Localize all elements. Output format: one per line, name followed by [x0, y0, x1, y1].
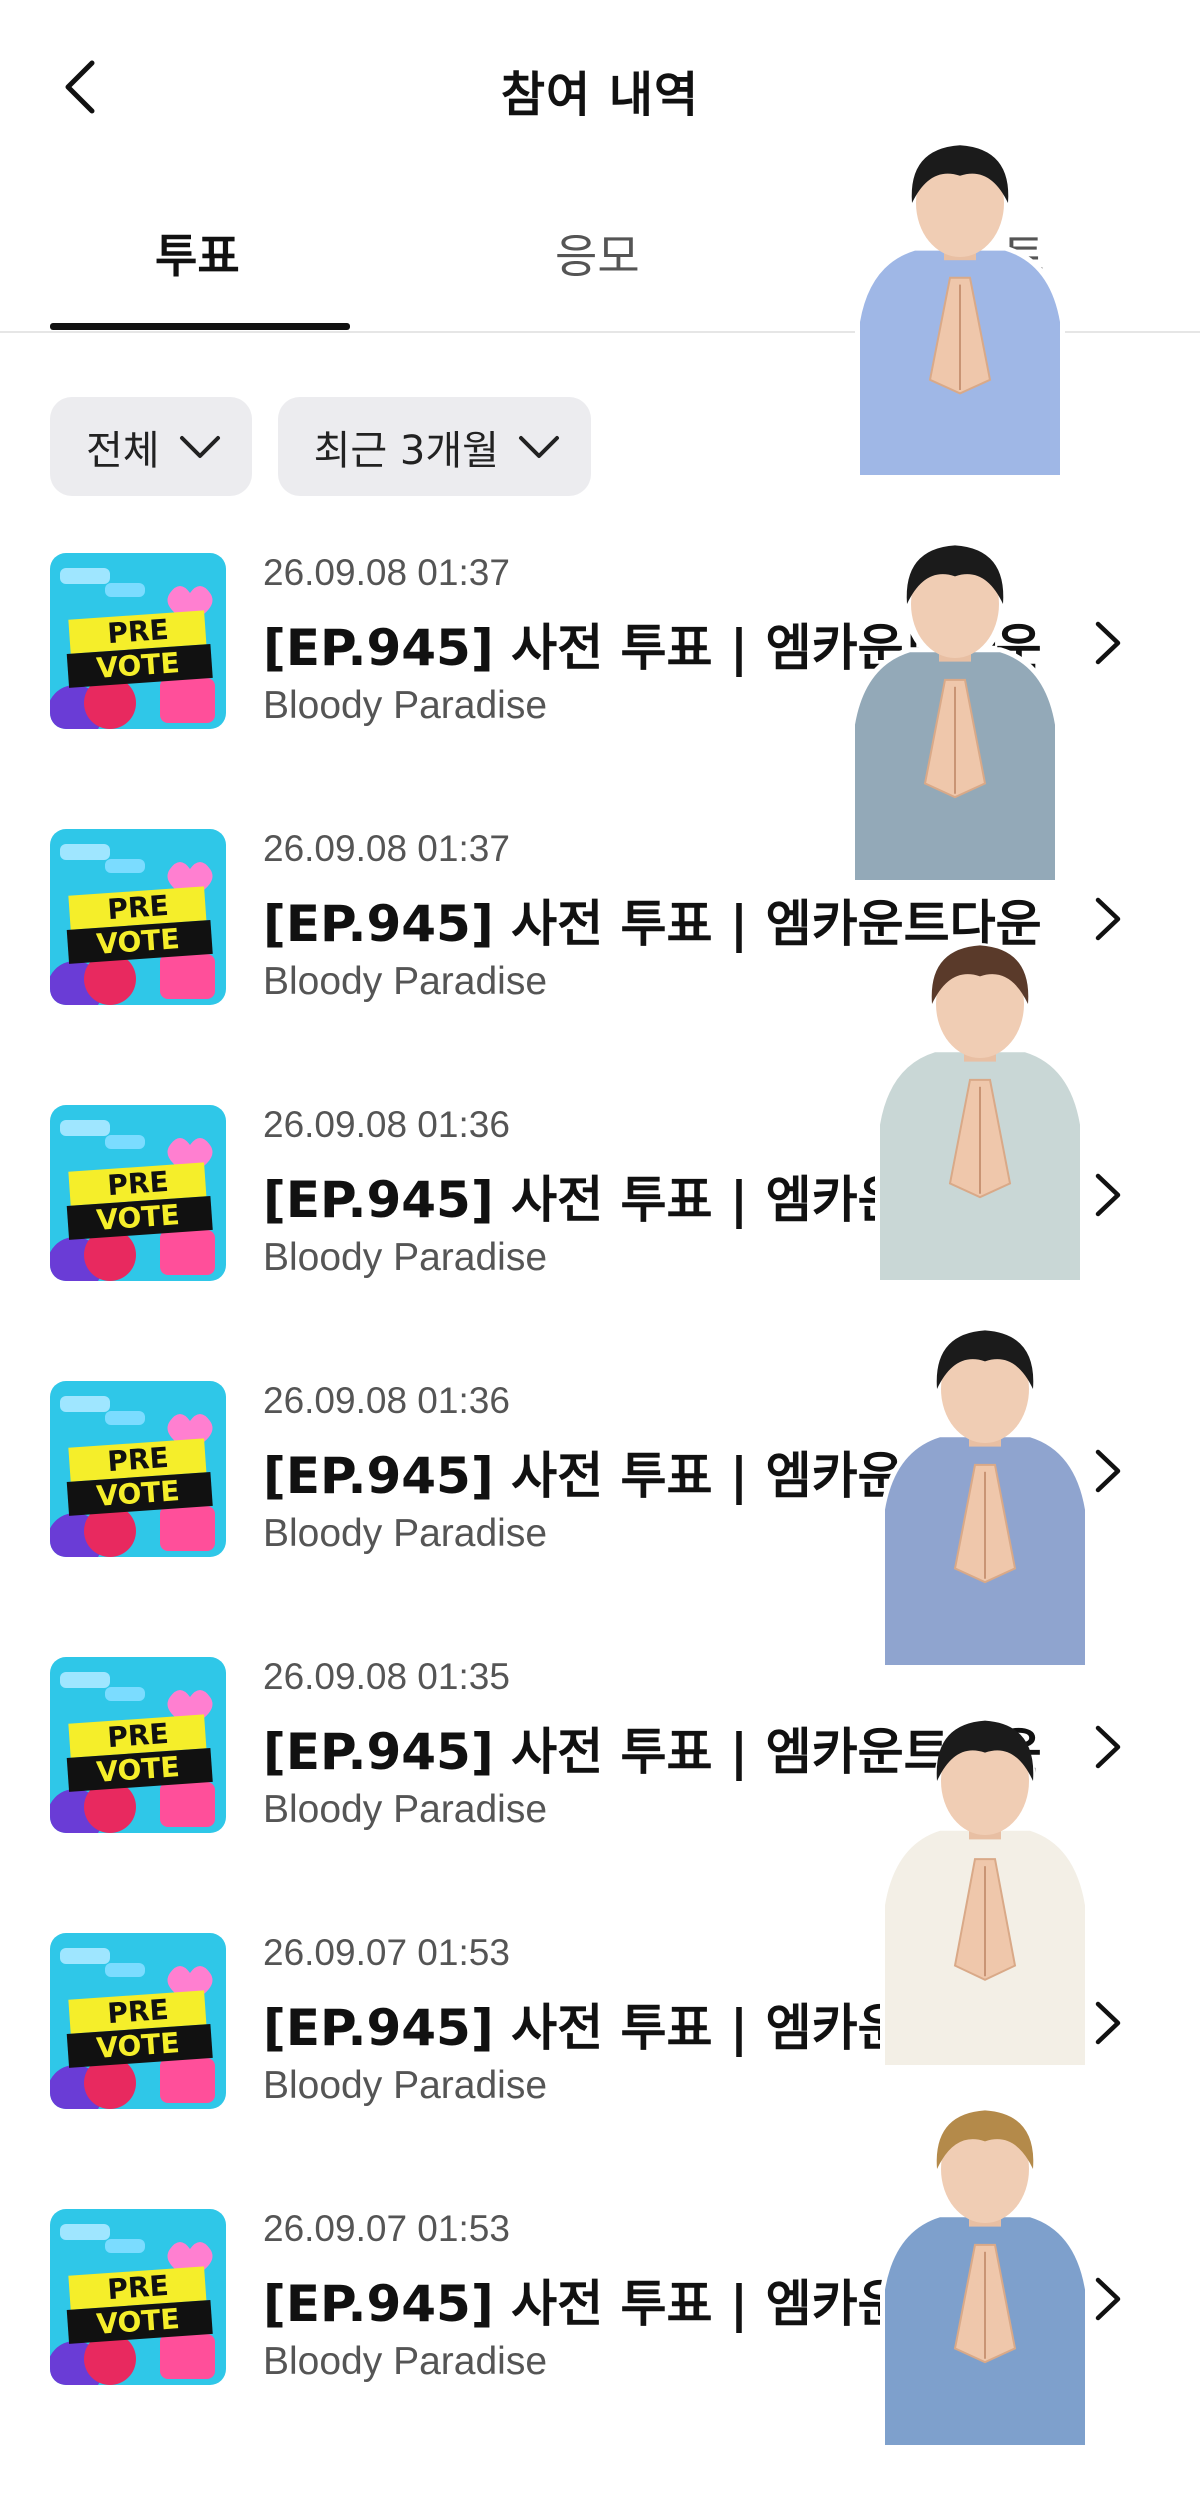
item-subtitle: Bloody Paradise [263, 2064, 548, 2107]
filter-period-label: 최근 3개월 [313, 427, 499, 474]
item-subtitle: Bloody Paradise [263, 1512, 548, 1555]
pre-vote-thumbnail: PRE VOTE [50, 829, 226, 1005]
tab-apply[interactable]: 응모 [555, 220, 640, 286]
item-subtitle: Bloody Paradise [263, 1236, 548, 1279]
filter-category-label: 전체 [86, 427, 160, 474]
active-tab-indicator [50, 323, 350, 330]
pre-vote-thumbnail: PRE VOTE [50, 2209, 226, 2385]
filter-category-dropdown[interactable]: 전체 [50, 397, 252, 496]
chevron-down-icon [518, 435, 559, 458]
pre-vote-thumbnail: PRE VOTE [50, 1381, 226, 1557]
person-sticker [865, 1710, 1105, 2070]
pre-vote-thumbnail: PRE VOTE [50, 1105, 226, 1281]
pre-vote-thumbnail: PRE VOTE [50, 553, 226, 729]
item-date: 26.09.08 01:36 [263, 1104, 510, 1145]
tab-vote[interactable]: 투표 [155, 220, 240, 286]
pre-vote-thumbnail: PRE VOTE [50, 1933, 226, 2109]
item-subtitle: Bloody Paradise [263, 684, 548, 727]
person-sticker [840, 135, 1080, 480]
person-sticker [810, 535, 1100, 885]
person-sticker [865, 1320, 1105, 1670]
item-subtitle: Bloody Paradise [263, 1788, 548, 1831]
pre-vote-thumbnail: PRE VOTE [50, 1657, 226, 1833]
filter-period-dropdown[interactable]: 최근 3개월 [277, 397, 591, 496]
item-date: 26.09.08 01:35 [263, 1656, 510, 1697]
item-subtitle: Bloody Paradise [263, 2340, 548, 2383]
item-date: 26.09.07 01:53 [263, 2208, 510, 2249]
filter-bar: 전체 최근 3개월 [50, 397, 591, 496]
item-subtitle: Bloody Paradise [263, 960, 548, 1003]
item-date: 26.09.08 01:37 [263, 552, 510, 593]
person-sticker [865, 2100, 1105, 2450]
item-date: 26.09.07 01:53 [263, 1932, 510, 1973]
person-sticker [840, 935, 1120, 1285]
item-date: 26.09.08 01:36 [263, 1380, 510, 1421]
page-title: 참여 내역 [500, 67, 700, 123]
item-date: 26.09.08 01:37 [263, 828, 510, 869]
chevron-down-icon [179, 435, 220, 458]
